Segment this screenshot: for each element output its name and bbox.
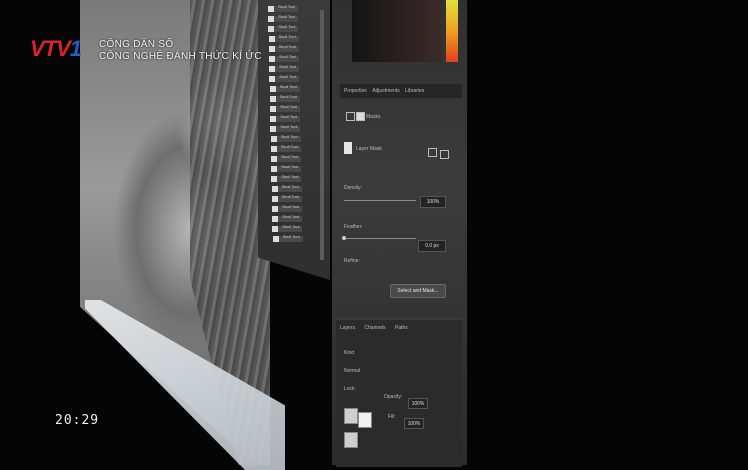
history-row-label: Skull Tool	[280, 144, 298, 149]
properties-tabs: Properties Adjustments Libraries	[340, 84, 462, 98]
hue-slider	[446, 0, 458, 62]
history-row-label: Skull Tool	[280, 104, 298, 109]
history-row[interactable]: Skull Tool	[272, 234, 303, 242]
history-row-label: Skull Tool	[278, 44, 296, 49]
history-row-label: Skull Tool	[282, 224, 300, 229]
segment-title: CÔNG NGHỆ ĐÁNH THỨC KÍ ỨC	[99, 51, 262, 62]
layers-tabs: Layers Channels Paths	[340, 322, 458, 334]
history-row[interactable]: Skull Tool	[272, 214, 303, 222]
vtv1-logo: VTV1	[30, 38, 92, 60]
history-row-label: Skull Tool	[281, 194, 299, 199]
history-row[interactable]: Skull Tool	[270, 134, 301, 142]
history-row[interactable]: Skull Tool	[268, 44, 299, 52]
fill-input[interactable]: 100%	[404, 418, 424, 429]
history-row-label: Skull Tool	[282, 204, 300, 209]
history-row-label: Skull Tool	[281, 164, 299, 169]
history-row[interactable]: Skull Tool	[269, 84, 300, 92]
layer-thumbnail[interactable]	[344, 408, 358, 424]
feather-label: Feather:	[344, 224, 363, 230]
tab-channels[interactable]: Channels	[364, 325, 385, 331]
history-row-label: Skull Tool	[281, 184, 299, 189]
history-row[interactable]: Skull Tool	[270, 124, 301, 132]
refine-label: Refine:	[344, 258, 360, 264]
program-title: CÔNG DÂN SỐ	[99, 39, 174, 50]
vector-mask-icon[interactable]	[440, 150, 449, 159]
layer-mask-thumbnail	[344, 142, 352, 154]
history-row[interactable]: Skull Tool	[269, 64, 300, 72]
color-picker-field	[352, 0, 442, 62]
panel-scrollbar	[320, 10, 324, 260]
select-and-mask-button[interactable]: Select and Mask...	[390, 284, 446, 298]
history-row-label: Skull Tool	[278, 24, 296, 29]
density-input[interactable]: 100%	[420, 196, 446, 208]
history-row[interactable]: Skull Tool	[269, 54, 299, 62]
kind-filter[interactable]: Kind	[344, 350, 354, 356]
tab-properties[interactable]: Properties	[344, 88, 367, 94]
feather-input[interactable]: 0.0 px	[418, 240, 446, 252]
history-row-label: Skull Tool	[278, 4, 296, 9]
photographed-monitor: Skull Tool Skull Tool Skull Tool Skull Tool…	[0, 0, 748, 470]
history-row[interactable]: Skull Tool	[269, 74, 300, 82]
history-row[interactable]: Skull Tool	[268, 4, 298, 12]
opacity-label: Opacity:	[384, 394, 403, 400]
history-row-label: Skull Tool	[279, 84, 297, 89]
tab-libraries[interactable]: Libraries	[405, 88, 424, 94]
feather-slider[interactable]	[344, 238, 416, 239]
history-row[interactable]: Skull Tool	[271, 174, 302, 182]
history-row[interactable]: Skull Tool	[271, 184, 302, 192]
history-row-label: Skull Tool	[279, 64, 297, 69]
history-row[interactable]: Skull Tool	[268, 14, 299, 22]
history-row[interactable]: Skull Tool	[269, 94, 300, 102]
pixel-mask-icon[interactable]	[356, 112, 365, 121]
history-row-label: Skull Tool	[281, 154, 299, 159]
history-row-label: Skull Tool	[279, 74, 297, 79]
history-row-label: Skull Tool	[279, 94, 297, 99]
history-row[interactable]: Skull Tool	[270, 144, 301, 152]
history-row-label: Skull Tool	[280, 114, 298, 119]
history-row[interactable]: Skull Tool	[270, 114, 301, 122]
masks-label: Masks	[366, 114, 381, 120]
blend-mode-select[interactable]: Normal	[344, 368, 360, 374]
history-row-label: Skull Tool	[282, 214, 300, 219]
density-label: Density:	[344, 185, 363, 191]
history-row[interactable]: Skull Tool	[270, 104, 300, 112]
logo-red-text: VTV	[30, 36, 71, 61]
logo-blue-text: 1	[69, 36, 82, 61]
layer-mask-thumbnail-small[interactable]	[358, 412, 372, 428]
history-row-label: Skull Tool	[280, 134, 298, 139]
apply-mask-icon[interactable]	[428, 148, 437, 157]
history-row-label: Skull Tool	[278, 14, 296, 19]
fill-label: Fill:	[388, 414, 396, 420]
mask-icon[interactable]	[346, 112, 355, 121]
history-row-label: Skull Tool	[282, 234, 300, 239]
tab-adjustments[interactable]: Adjustments	[372, 88, 400, 94]
history-row-label: Skull Tool	[278, 34, 296, 39]
history-row-label: Skull Tool	[280, 124, 298, 129]
layer-thumbnail-2[interactable]	[344, 432, 358, 448]
history-row[interactable]: Skull Tool	[268, 34, 299, 42]
tab-paths[interactable]: Paths	[395, 325, 408, 331]
history-row[interactable]: Skull Tool	[268, 24, 299, 32]
history-row[interactable]: Skull Tool	[271, 154, 301, 162]
feather-slider-thumb[interactable]	[342, 236, 346, 240]
history-row[interactable]: Skull Tool	[272, 204, 302, 212]
history-row-label: Skull Tool	[279, 54, 297, 59]
history-row[interactable]: Skull Tool	[271, 194, 302, 202]
layer-mask-label: Layer Mask	[356, 146, 382, 152]
history-row-label: Skull Tool	[281, 174, 299, 179]
broadcast-clock: 20:29	[55, 413, 100, 428]
density-slider[interactable]	[344, 200, 416, 201]
tab-layers[interactable]: Layers	[340, 325, 355, 331]
lock-label: Lock:	[344, 386, 356, 392]
opacity-input[interactable]: 100%	[408, 398, 428, 409]
history-row[interactable]: Skull Tool	[271, 164, 302, 172]
history-row[interactable]: Skull Tool	[272, 224, 303, 232]
